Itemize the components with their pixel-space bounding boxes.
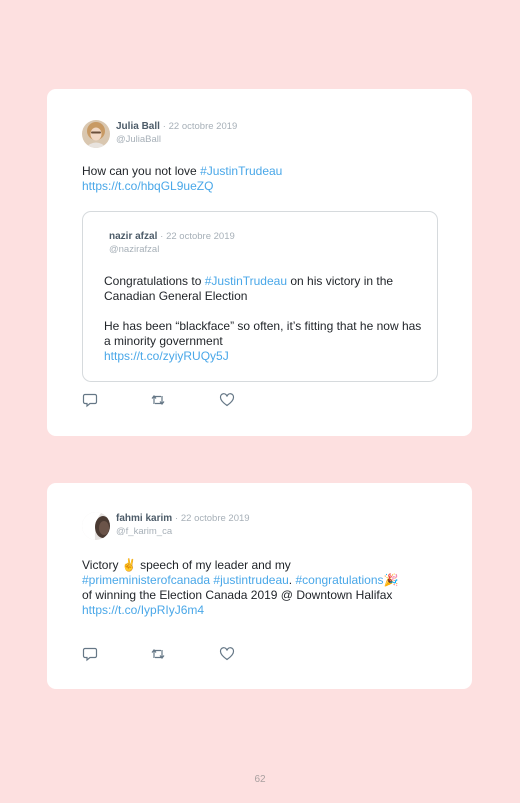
tweet-link[interactable]: https://t.co/hbqGL9ueZQ [82, 179, 213, 193]
author-handle[interactable]: @JuliaBall [116, 134, 161, 145]
retweet-icon[interactable] [150, 646, 166, 662]
author-name[interactable]: fahmi karim [116, 513, 172, 524]
tweet-date[interactable]: 22 octobre 2019 [169, 121, 238, 132]
text-segment: He has been “blackface” so often, it’s f… [104, 319, 422, 348]
reply-icon[interactable] [82, 646, 98, 662]
like-icon[interactable] [219, 646, 235, 662]
tweet-actions [82, 646, 252, 662]
author-handle[interactable]: @f_karim_ca [116, 526, 172, 537]
author-name[interactable]: Julia Ball [116, 121, 160, 132]
tweet-card: Julia Ball · 22 octobre 2019 @JuliaBall … [47, 89, 472, 436]
separator: · [174, 513, 179, 524]
text-segment: How can you not love [82, 164, 201, 178]
tweet-actions [82, 392, 252, 408]
separator: · [162, 121, 166, 132]
like-icon[interactable] [219, 392, 235, 408]
tweet-link[interactable]: https://t.co/IypRIyJ6m4 [82, 603, 204, 617]
page-number: 62 [254, 774, 266, 785]
tweet-text: Victory ✌ speech of my leader and my #pr… [82, 558, 452, 618]
hashtag[interactable]: #justintrudeau [213, 573, 288, 587]
avatar[interactable] [82, 120, 110, 148]
text-segment: Victory ✌ speech of my leader and my [82, 558, 291, 572]
hashtag[interactable]: #congratulations [295, 573, 383, 587]
quoted-tweet[interactable]: nazir afzal · 22 octobre 2019 @nazirafza… [82, 211, 438, 382]
party-popper-icon: 🎉 [383, 573, 399, 587]
text-segment: Congratulations to [104, 274, 205, 288]
hashtag[interactable]: #JustinTrudeau [200, 164, 282, 178]
quoted-tweet-text: Congratulations to #JustinTrudeau on his… [104, 274, 424, 364]
quoted-tweet-date[interactable]: 22 octobre 2019 [166, 231, 235, 242]
hashtag[interactable]: #JustinTrudeau [205, 274, 287, 288]
text-segment: of winning the Election Canada 2019 @ Do… [82, 588, 393, 602]
tweet-card: fahmi karim · 22 octobre 2019 @f_karim_c… [47, 483, 472, 689]
tweet-date[interactable]: 22 octobre 2019 [181, 513, 250, 524]
avatar[interactable] [82, 512, 110, 540]
separator: · [160, 231, 164, 242]
quoted-tweet-link[interactable]: https://t.co/zyiyRUQy5J [104, 349, 424, 364]
reply-icon[interactable] [82, 392, 98, 408]
hashtag[interactable]: #primeministerofcanada [82, 573, 210, 587]
retweet-icon[interactable] [150, 392, 166, 408]
quoted-author-handle[interactable]: @nazirafzal [109, 244, 159, 255]
tweet-text: How can you not love #JustinTrudeau http… [82, 164, 452, 194]
quoted-author-name[interactable]: nazir afzal [109, 231, 157, 242]
